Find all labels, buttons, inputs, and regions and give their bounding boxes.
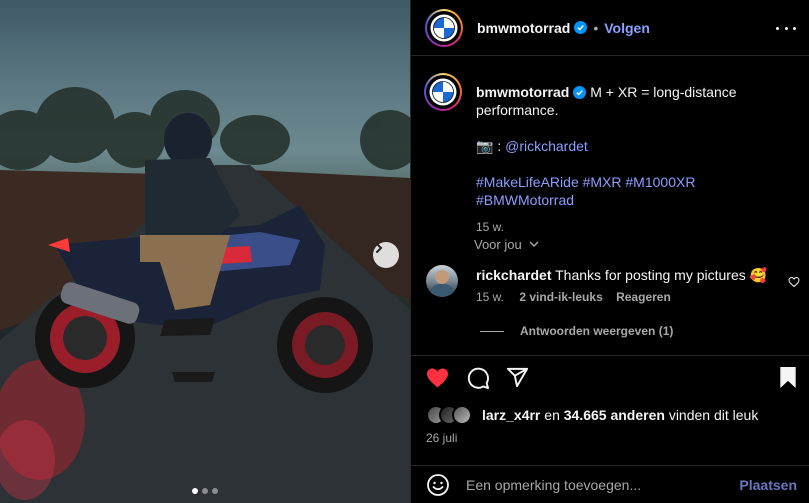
liker-avatar [452,405,472,425]
comment-age: 15 w. [476,290,505,304]
for-you-toggle[interactable]: Voor jou [474,236,539,252]
post-date: 26 juli [426,431,458,445]
carousel-indicators [0,488,410,494]
chevron-down-icon [529,241,539,247]
heart-filled-icon[interactable] [425,366,450,390]
post-media[interactable] [0,0,410,503]
likes-suffix: vinden dit leuk [668,407,759,423]
post-header: bmwmotorrad • Volgen [411,0,809,56]
add-comment-bar: Plaatsen [410,465,809,503]
for-you-label: Voor jou [474,237,522,252]
chevron-right-icon [376,243,383,253]
reply-button[interactable]: Reageren [616,290,671,304]
carousel-dot [212,488,218,494]
avatar[interactable] [425,8,463,47]
bookmark-icon[interactable] [778,366,798,389]
instagram-post-view: bmwmotorrad • Volgen bmwmotorrad M + XR … [0,0,809,503]
heart-outline-icon[interactable] [788,276,800,288]
follow-button[interactable]: Volgen [604,20,650,36]
photo-credit-prefix: 📷 : [476,138,502,154]
carousel-dot [202,488,208,494]
likes-username[interactable]: larz_x4rr [482,407,540,423]
bmw-logo-icon [429,78,457,106]
comment-text: Thanks for posting my pictures [555,267,746,283]
likes-connector: en [544,407,560,423]
comment-likes[interactable]: 2 vind-ik-leuks [519,290,602,304]
likes-count[interactable]: 34.665 anderen [564,407,665,423]
comment-icon[interactable] [467,367,490,390]
more-options-icon[interactable] [776,18,796,38]
comment-emoji: 🥰 [749,267,768,283]
carousel-next-button[interactable] [373,242,399,268]
comment-username[interactable]: rickchardet [476,267,551,283]
caption: bmwmotorrad M + XR = long-distance perfo… [424,73,804,236]
comment-input[interactable] [466,474,726,496]
divider [410,355,809,356]
motorcycle-photo [0,87,410,503]
share-icon[interactable] [506,366,529,389]
post-comment-button[interactable]: Plaatsen [739,477,797,493]
verified-icon [574,21,588,34]
bmw-logo-icon [430,14,458,41]
carousel-dot [192,488,198,494]
view-replies-button[interactable]: Antwoorden weergeven (1) [520,324,673,338]
likes-summary: larz_x4rr en 34.665 anderen vinden dit l… [426,405,758,425]
comment-item: rickchardet Thanks for posting my pictur… [426,265,806,338]
post-username[interactable]: bmwmotorrad [477,20,570,36]
emoji-icon[interactable] [426,473,450,497]
credit-mention-link[interactable]: @rickchardet [505,138,588,154]
separator-dot: • [593,19,599,36]
comment-avatar[interactable] [426,265,458,297]
caption-age: 15 w. [476,220,505,234]
hashtags[interactable]: #MakeLifeARide #MXR #M1000XR #BMWMotorra… [476,174,695,208]
caption-avatar[interactable] [424,73,462,111]
verified-icon [573,86,587,99]
caption-username[interactable]: bmwmotorrad [476,84,569,100]
